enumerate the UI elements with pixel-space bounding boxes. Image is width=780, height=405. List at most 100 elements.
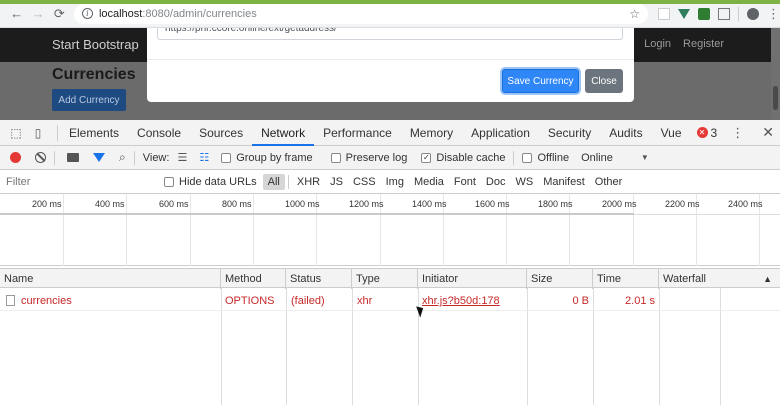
request-initiator-link[interactable]: xhr.js?b50d:178 (422, 292, 500, 310)
tab-elements[interactable]: Elements (60, 120, 128, 146)
page-title: Currencies (52, 66, 136, 83)
filter-type-manifest[interactable]: Manifest (538, 174, 590, 190)
add-currency-button[interactable]: Add Currency (52, 89, 126, 111)
extension-box-icon[interactable] (718, 7, 730, 20)
site-brand[interactable]: Start Bootstrap (52, 37, 139, 52)
large-rows-icon[interactable]: ☰ (177, 151, 187, 164)
tab-sources[interactable]: Sources (190, 120, 252, 146)
toolbar-divider (287, 174, 289, 189)
sort-ascending-icon[interactable]: ▲ (763, 269, 772, 289)
filter-input[interactable] (2, 172, 154, 191)
filter-type-css[interactable]: CSS (348, 174, 381, 190)
timeline-tick-label: 1000 ms (285, 199, 320, 209)
filter-type-media[interactable]: Media (409, 174, 449, 190)
tab-strip-accent (0, 0, 780, 4)
column-time[interactable]: Time (593, 269, 659, 289)
throttling-select[interactable]: Online (581, 152, 613, 164)
tab-memory[interactable]: Memory (401, 120, 462, 146)
filter-type-xhr[interactable]: XHR (292, 174, 325, 190)
timeline-tick-label: 2400 ms (728, 199, 763, 209)
filter-type-img[interactable]: Img (381, 174, 409, 190)
tab-audits[interactable]: Audits (600, 120, 651, 146)
column-status[interactable]: Status (286, 269, 352, 289)
column-type[interactable]: Type (352, 269, 418, 289)
filter-type-all[interactable]: All (262, 173, 285, 190)
chrome-menu-icon[interactable]: ⋮ (767, 6, 780, 22)
record-icon[interactable] (10, 152, 21, 163)
error-count: 3 (710, 125, 718, 140)
network-overview-timeline[interactable]: 200 ms 400 ms 600 ms 800 ms 1000 ms 1200 ms 14… (0, 194, 780, 266)
info-icon[interactable]: i (81, 8, 93, 19)
reload-icon[interactable]: ⟳ (49, 6, 70, 22)
filter-type-doc[interactable]: Doc (481, 174, 511, 190)
column-waterfall[interactable]: Waterfall (659, 269, 780, 289)
address-bar[interactable]: i localhost:8080/admin/currencies ☆ (73, 3, 648, 24)
forward-icon[interactable]: → (27, 6, 48, 21)
bookmark-star-icon[interactable]: ☆ (629, 7, 640, 21)
filter-type-other[interactable]: Other (590, 174, 628, 190)
column-initiator[interactable]: Initiator (418, 269, 527, 289)
preserve-log-checkbox[interactable]: Preserve log (330, 151, 408, 164)
checkbox-label: Preserve log (345, 151, 408, 164)
url-host: localhost (98, 7, 143, 20)
screenshot-camera-icon[interactable] (67, 153, 79, 162)
tab-console[interactable]: Console (128, 120, 190, 146)
extension-icons: ⋮ (658, 6, 780, 22)
toolbar-divider (54, 150, 55, 165)
request-size: 0 B (572, 295, 589, 307)
request-type: xhr (357, 295, 373, 307)
table-row[interactable]: currencies OPTIONS (failed) xhr xhr.js?b… (0, 292, 780, 310)
checkbox-box (522, 152, 533, 163)
hide-data-urls-checkbox[interactable]: Hide data URLs (164, 176, 257, 188)
clear-icon[interactable] (35, 152, 46, 163)
error-count-badge[interactable]: ✕ 3 (696, 125, 718, 140)
devtools-close-icon[interactable]: ✕ (762, 124, 774, 141)
page-scrollbar-thumb[interactable] (773, 86, 778, 110)
address-url-input[interactable]: https://phr.ccore.online/ext/getaddress/ (157, 28, 623, 40)
filter-type-font[interactable]: Font (449, 174, 481, 190)
filter-icon[interactable] (93, 153, 105, 162)
overview-waterfall-icon[interactable]: ☷ (199, 151, 209, 164)
offline-checkbox[interactable]: Offline (522, 152, 569, 164)
vue-devtools-icon[interactable] (678, 8, 690, 19)
request-name-cell[interactable]: currencies (6, 292, 72, 310)
tab-performance[interactable]: Performance (314, 120, 401, 146)
browser-toolbar: ← → ⟳ i localhost:8080/admin/currencies … (0, 0, 780, 28)
back-icon[interactable]: ← (6, 6, 27, 21)
filter-type-js[interactable]: JS (325, 174, 348, 190)
nav-link-login[interactable]: Login (644, 38, 671, 50)
checkbox-label: Hide data URLs (179, 175, 257, 188)
request-status: (failed) (291, 295, 325, 307)
devtools-menu-icon[interactable]: ⋮ (731, 125, 744, 141)
save-currency-button[interactable]: Save Currency (502, 69, 579, 93)
extension-green-icon[interactable] (698, 7, 710, 20)
checkbox-box (221, 152, 232, 163)
tab-network[interactable]: Network (252, 119, 315, 146)
device-toggle-icon[interactable]: ▯ (31, 126, 45, 140)
timeline-tick-label: 800 ms (222, 199, 252, 209)
nav-link-register[interactable]: Register (683, 38, 724, 50)
column-name[interactable]: Name (0, 269, 221, 289)
network-request-list: currencies OPTIONS (failed) xhr xhr.js?b… (0, 288, 780, 405)
extension-blank-icon[interactable] (658, 7, 670, 20)
column-size[interactable]: Size (527, 269, 593, 289)
column-method[interactable]: Method (221, 269, 286, 289)
chevron-down-icon[interactable]: ▼ (641, 153, 649, 162)
close-modal-button[interactable]: Close (585, 69, 623, 93)
timeline-tick-label: 1400 ms (412, 199, 447, 209)
row-divider (0, 310, 780, 311)
page-scrollbar[interactable] (771, 28, 780, 120)
filter-type-ws[interactable]: WS (510, 174, 538, 190)
tab-security[interactable]: Security (539, 120, 600, 146)
disable-cache-checkbox[interactable]: ✓ Disable cache (421, 152, 505, 164)
request-name: currencies (21, 295, 72, 307)
checkbox-label: Offline (537, 151, 570, 164)
timeline-gridline (190, 194, 191, 266)
profile-avatar-icon[interactable] (747, 7, 759, 20)
inspect-element-icon[interactable]: ⬚ (9, 126, 23, 140)
search-icon[interactable]: ⌕ (119, 150, 126, 165)
group-by-frame-checkbox[interactable]: Group by frame (221, 152, 313, 164)
tab-vue[interactable]: Vue (652, 120, 691, 146)
tab-application[interactable]: Application (462, 120, 539, 146)
url-path: :8080/admin/currencies (142, 7, 257, 20)
